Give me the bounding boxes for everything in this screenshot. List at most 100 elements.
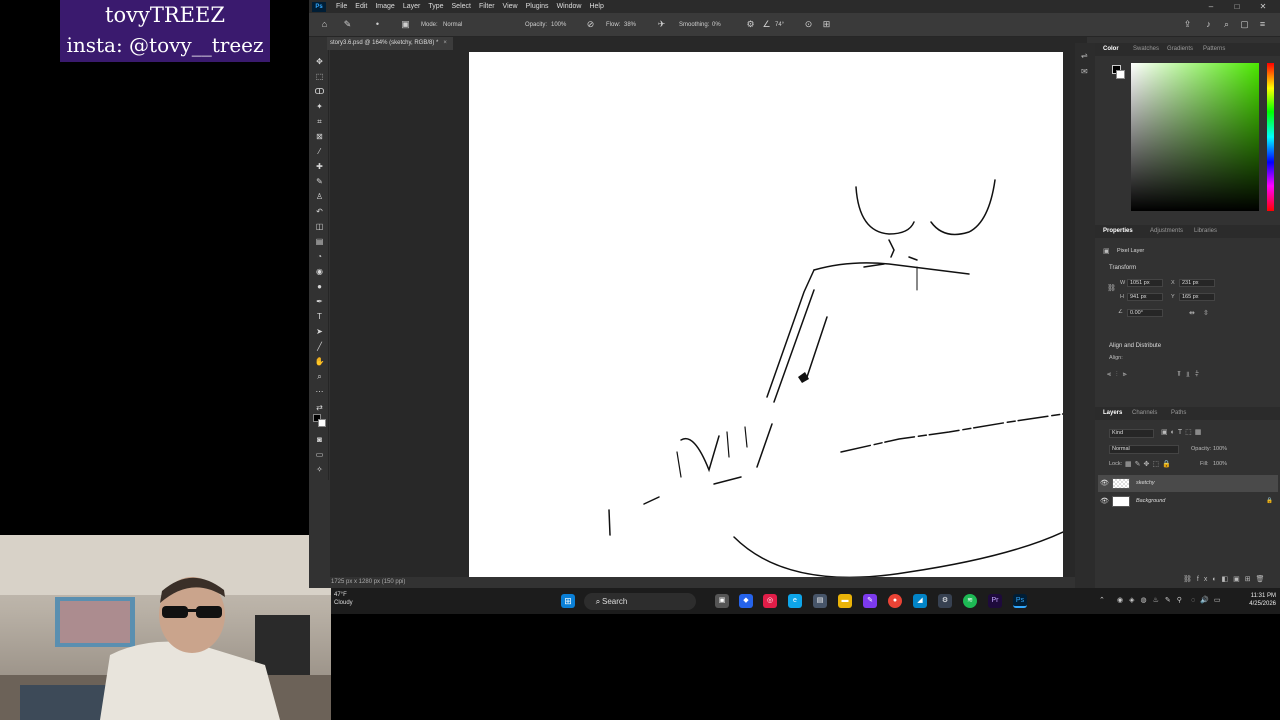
path-select-tool-icon[interactable]: ➤ <box>314 326 325 337</box>
layer-footer-icons[interactable]: ⛓fx◐◧▣⊞🗑 <box>1183 575 1270 583</box>
y-input[interactable]: 165 px <box>1179 293 1215 301</box>
layer-name[interactable]: Background <box>1136 493 1165 510</box>
align-section-title[interactable]: Align and Distribute <box>1109 343 1161 349</box>
layer-row-sketchy[interactable]: 👁 sketchy <box>1098 475 1278 492</box>
brush-tool-icon[interactable]: ✎ <box>314 176 325 187</box>
history-brush-icon[interactable]: ↶ <box>314 206 325 217</box>
document-canvas[interactable] <box>469 52 1063 577</box>
menu-help[interactable]: Help <box>585 3 607 10</box>
layer-name[interactable]: sketchy <box>1136 475 1155 492</box>
menu-layer[interactable]: Layer <box>399 3 425 10</box>
quick-select-tool-icon[interactable]: ✦ <box>314 101 325 112</box>
menu-select[interactable]: Select <box>448 3 475 10</box>
spotify-icon[interactable]: ≋ <box>963 594 977 608</box>
tray-icons[interactable]: ◉◈◍♨✎⚲ <box>1117 596 1188 604</box>
menu-plugins[interactable]: Plugins <box>522 3 553 10</box>
workspace-icon[interactable]: ▢ <box>1239 19 1250 30</box>
width-input[interactable]: 1051 px <box>1127 279 1163 287</box>
arrange-icon[interactable]: ≡ <box>1257 19 1268 30</box>
quick-mask-icon[interactable]: ◙ <box>314 434 325 445</box>
dodge-tool-icon[interactable]: ◉ <box>314 266 325 277</box>
sponge-tool-icon[interactable]: ● <box>314 281 325 292</box>
tab-color[interactable]: Color <box>1103 43 1119 56</box>
copilot-icon[interactable]: ◆ <box>739 594 753 608</box>
instagram-icon[interactable]: ◎ <box>763 594 777 608</box>
marquee-tool-icon[interactable]: ⬚ <box>314 71 325 82</box>
teams-icon[interactable]: ▤ <box>813 594 827 608</box>
edge-icon[interactable]: e <box>788 594 802 608</box>
tab-adjustments[interactable]: Adjustments <box>1150 225 1183 238</box>
menu-edit[interactable]: Edit <box>351 3 371 10</box>
generative-icon[interactable]: ✧ <box>314 464 325 475</box>
link-icon[interactable]: ⛓ <box>1107 284 1116 292</box>
screen-mode-icon[interactable]: ▭ <box>314 449 325 460</box>
pressure-size-icon[interactable]: ⊙ <box>803 19 814 30</box>
minimize-icon[interactable]: – <box>1198 0 1224 13</box>
tab-channels[interactable]: Channels <box>1132 407 1157 420</box>
line-tool-icon[interactable]: ╱ <box>314 341 325 352</box>
blend-mode-select[interactable]: Normal <box>1109 445 1179 454</box>
swap-colors-icon[interactable]: ⇄ <box>314 402 325 413</box>
move-tool-icon[interactable]: ✥ <box>314 56 325 67</box>
close-icon[interactable]: ✕ <box>1250 0 1276 13</box>
tab-close-icon[interactable]: × <box>443 40 447 46</box>
gradient-tool-icon[interactable]: ▤ <box>314 236 325 247</box>
eyedropper-tool-icon[interactable]: ⁄ <box>314 146 325 157</box>
lock-icons[interactable]: ▦✎✥⬚🔒 <box>1125 460 1174 468</box>
x-input[interactable]: 231 px <box>1179 279 1215 287</box>
document-tab[interactable]: story3.6.psd @ 164% (sketchy, RGB/8) * × <box>327 37 453 50</box>
flow-input[interactable]: 38% <box>624 13 636 37</box>
system-status-icons[interactable]: ◌🔊▭ <box>1191 596 1226 604</box>
height-input[interactable]: 941 px <box>1127 293 1163 301</box>
tab-swatches[interactable]: Swatches <box>1133 43 1159 56</box>
flip-vertical-icon[interactable]: ⇳ <box>1203 309 1209 317</box>
share-icon[interactable]: ⇪ <box>1182 19 1193 30</box>
home-icon[interactable]: ⌂ <box>319 19 330 30</box>
history-panel-icon[interactable]: ⇌ <box>1081 51 1088 60</box>
stamp-tool-icon[interactable]: ♙ <box>314 191 325 202</box>
more-tools-icon[interactable]: ⋯ <box>314 386 325 397</box>
photoshop-taskbar-icon[interactable]: Ps <box>1013 594 1027 608</box>
frame-tool-icon[interactable]: ⊠ <box>314 131 325 142</box>
hue-slider[interactable] <box>1267 63 1274 211</box>
fill-input[interactable]: 100% <box>1213 461 1227 467</box>
comments-panel-icon[interactable]: ✉ <box>1081 67 1088 76</box>
layer-filter-icons[interactable]: ▣◐T⬚▦ <box>1161 428 1204 436</box>
angle-input[interactable]: 0.00° <box>1127 309 1163 317</box>
menu-filter[interactable]: Filter <box>475 3 499 10</box>
tab-paths[interactable]: Paths <box>1171 407 1186 420</box>
symmetry-icon[interactable]: ⊞ <box>821 19 832 30</box>
tab-gradients[interactable]: Gradients <box>1167 43 1193 56</box>
kind-filter-select[interactable]: Kind <box>1109 429 1154 438</box>
pen-app-icon[interactable]: ✎ <box>863 594 877 608</box>
align-left-icons[interactable]: ⫷⫶⫸ <box>1107 371 1132 379</box>
smoothing-input[interactable]: 0% <box>712 13 721 37</box>
settings-icon[interactable]: ⚙ <box>938 594 952 608</box>
weather-widget[interactable]: 47°F Cloudy <box>334 591 353 607</box>
layer-row-background[interactable]: 👁 Background 🔒 <box>1098 493 1278 510</box>
menu-image[interactable]: Image <box>371 3 398 10</box>
task-view-icon[interactable]: ▣ <box>715 594 729 608</box>
eraser-tool-icon[interactable]: ◫ <box>314 221 325 232</box>
type-tool-icon[interactable]: T <box>314 311 325 322</box>
flip-horizontal-icon[interactable]: ⇹ <box>1189 309 1195 317</box>
transform-section-title[interactable]: Transform <box>1109 265 1136 271</box>
healing-tool-icon[interactable]: ✚ <box>314 161 325 172</box>
tab-patterns[interactable]: Patterns <box>1203 43 1225 56</box>
photo-app-icon[interactable]: ◢ <box>913 594 927 608</box>
tab-layers[interactable]: Layers <box>1103 407 1122 420</box>
lasso-tool-icon[interactable]: ↀ <box>314 86 325 97</box>
menu-type[interactable]: Type <box>424 3 447 10</box>
tab-properties[interactable]: Properties <box>1103 225 1133 238</box>
start-icon[interactable]: ⊞ <box>561 594 575 608</box>
crop-tool-icon[interactable]: ⌗ <box>314 116 325 127</box>
pressure-opacity-icon[interactable]: ⊘ <box>585 19 596 30</box>
align-top-icons[interactable]: ⫪⫫⫩ <box>1177 371 1204 379</box>
tray-chevron-icon[interactable]: ⌃ <box>1099 596 1105 604</box>
chrome-icon[interactable]: ● <box>888 594 902 608</box>
menu-window[interactable]: Window <box>553 3 586 10</box>
maximize-icon[interactable]: □ <box>1224 0 1250 13</box>
airbrush-icon[interactable]: ✈ <box>656 19 667 30</box>
color-picker-field[interactable] <box>1131 63 1259 211</box>
tab-libraries[interactable]: Libraries <box>1194 225 1217 238</box>
